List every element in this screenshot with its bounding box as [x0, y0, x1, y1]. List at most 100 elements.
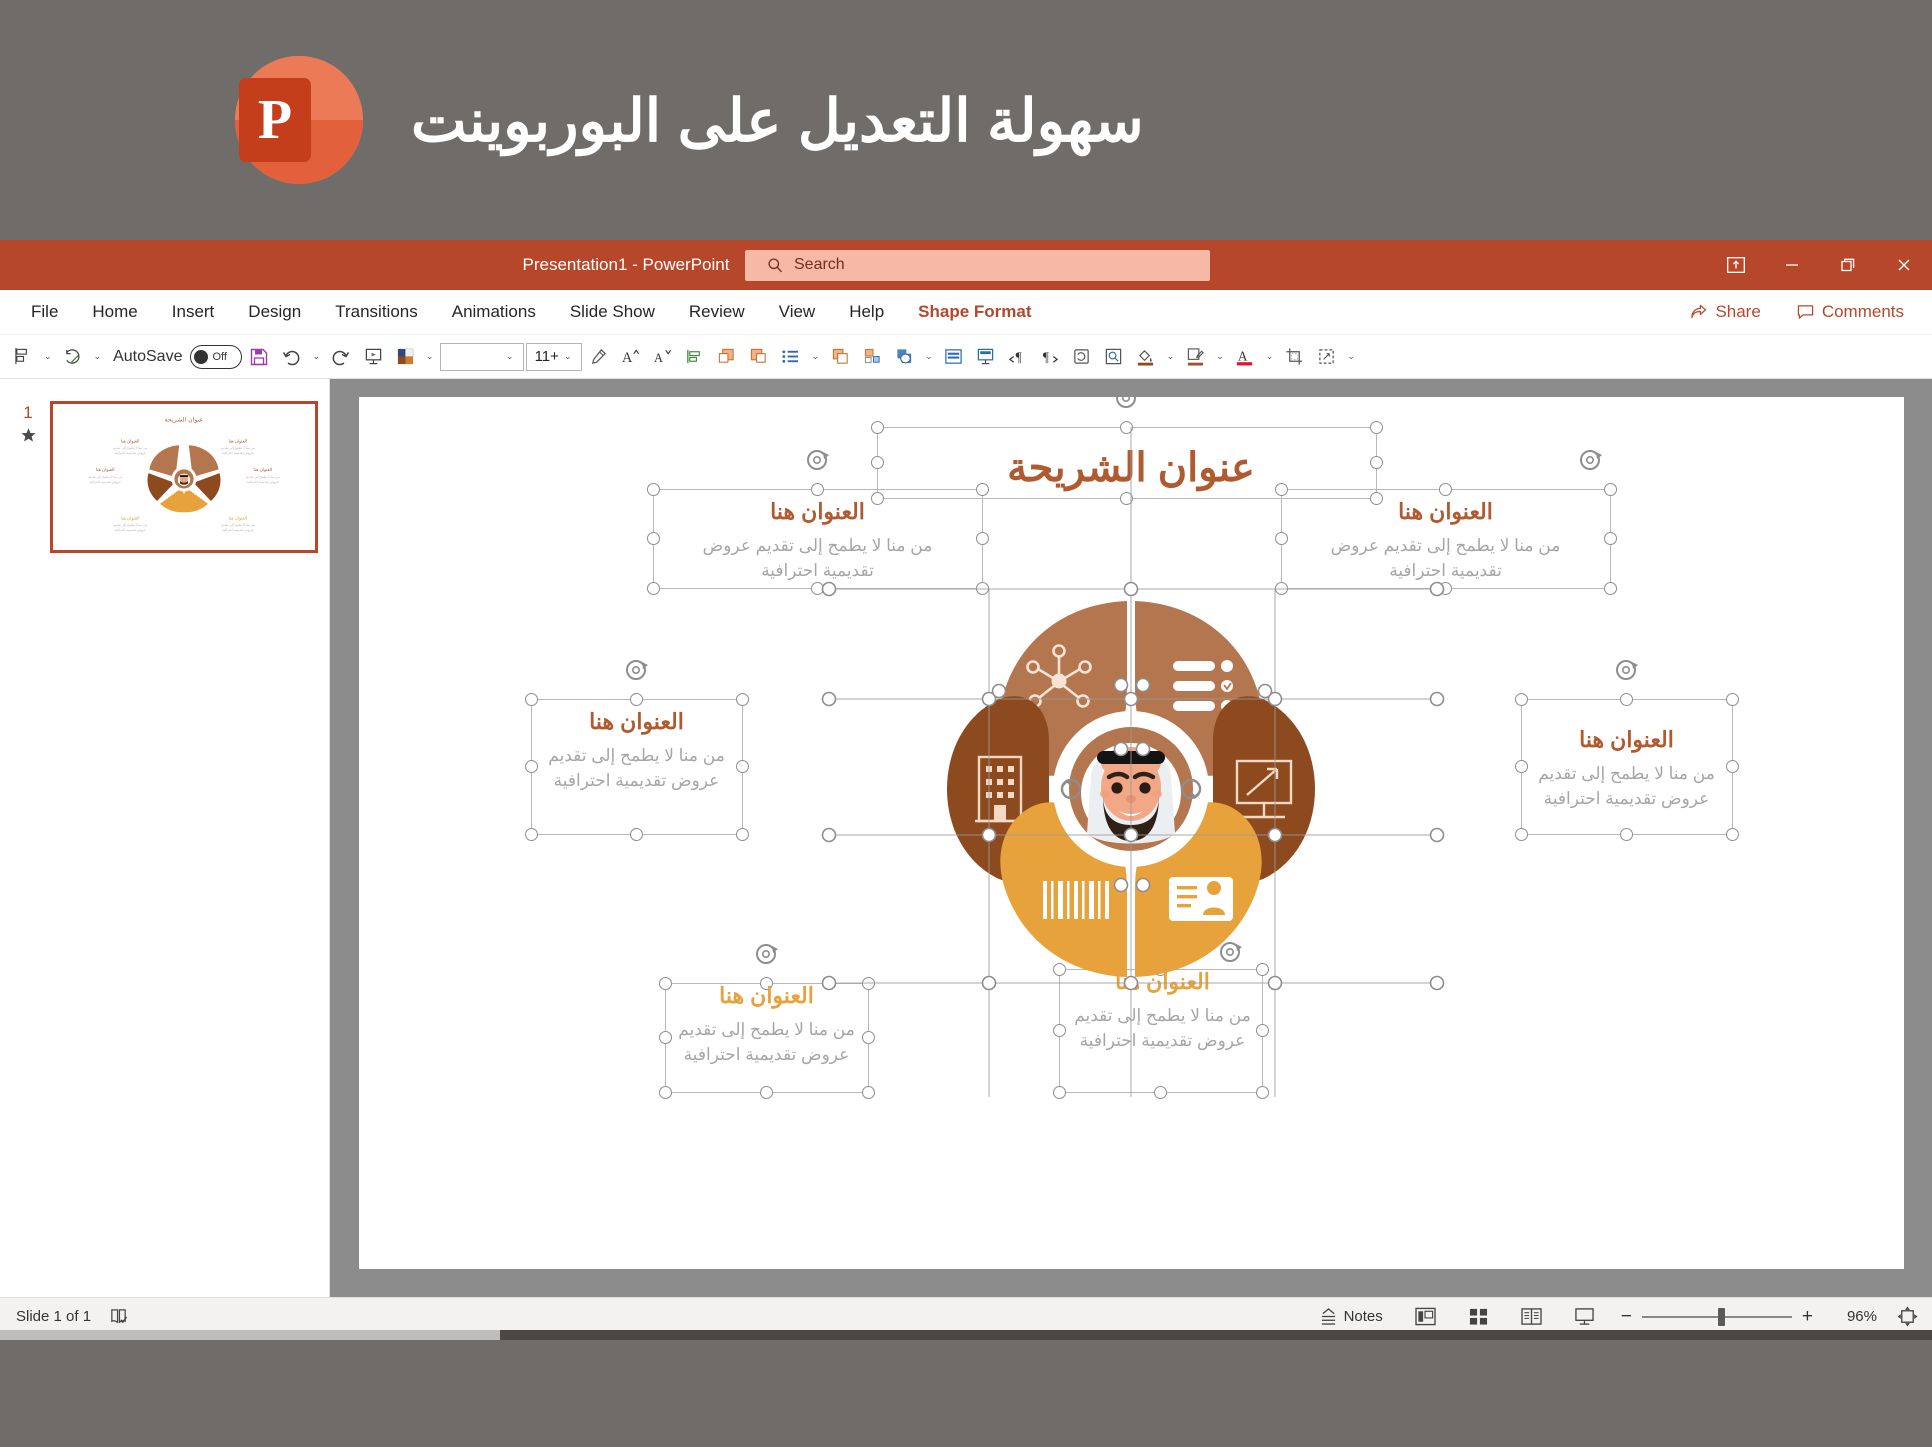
format-painter-button[interactable] [584, 340, 614, 374]
slide-sorter-view-icon [1469, 1308, 1487, 1325]
callout-mid-left[interactable]: العنوان هنا من منا لا يطمح إلى تقديم عرو… [531, 709, 743, 793]
align-objects-caret-icon[interactable]: ⌄ [40, 351, 56, 362]
fit-slide-to-window-icon[interactable] [1897, 1306, 1918, 1327]
redo-button[interactable] [326, 340, 356, 374]
reset-slide-button[interactable] [1067, 340, 1097, 374]
ribbon-display-options-button[interactable] [1708, 240, 1764, 290]
arab-man-avatar-icon[interactable] [1053, 711, 1209, 867]
autosave-toggle[interactable]: Off [190, 344, 243, 369]
slide-title[interactable]: عنوان الشريحة [1007, 445, 1255, 491]
rotate-objects-caret-icon[interactable]: ⌄ [90, 351, 106, 362]
close-button[interactable] [1876, 240, 1932, 290]
rotate-objects-button[interactable] [58, 340, 88, 374]
insert-placeholder-button[interactable] [971, 340, 1001, 374]
infographic-group[interactable] [931, 589, 1331, 989]
group-objects-icon [832, 348, 848, 364]
undo-button[interactable] [276, 340, 306, 374]
toolbar-overflow-icon[interactable]: ⌄ [1343, 351, 1359, 362]
title-bar: Presentation1 - PowerPoint Search [0, 240, 1932, 290]
rotate-handle-icon[interactable] [1612, 654, 1642, 684]
menu-item-transitions[interactable]: Transitions [318, 293, 435, 331]
shape-fill-caret-icon[interactable]: ⌄ [422, 351, 438, 362]
font-name-caret-icon: ⌄ [506, 351, 514, 361]
font-size-combo[interactable]: 11+ ⌄ [525, 342, 582, 371]
comments-button[interactable]: Comments [1783, 296, 1918, 328]
bring-forward-button[interactable] [712, 340, 742, 374]
size-button[interactable] [1311, 340, 1341, 374]
rotate-handle-icon[interactable] [622, 654, 652, 684]
shape-fill-button[interactable] [390, 340, 420, 374]
zoom-slider[interactable]: − + [1621, 1306, 1813, 1328]
menu-item-home[interactable]: Home [75, 293, 154, 331]
rotate-handle-icon[interactable] [1112, 382, 1142, 412]
zoom-thumb[interactable] [1717, 1307, 1725, 1326]
menu-item-view[interactable]: View [762, 293, 833, 331]
undo-caret-icon[interactable]: ⌄ [308, 351, 324, 362]
callout-mid-right[interactable]: العنوان هنا من منا لا يطمح إلى تقديم عرو… [1521, 727, 1733, 811]
desktop-scrollbar[interactable] [0, 1330, 1932, 1340]
menu-item-review[interactable]: Review [672, 293, 762, 331]
menu-item-shape-format[interactable]: Shape Format [901, 293, 1048, 331]
start-slideshow-button[interactable] [358, 340, 388, 374]
font-color-caret-icon[interactable]: ⌄ [1262, 351, 1278, 362]
shape-outline-button[interactable] [889, 340, 919, 374]
rtl-text-direction-button[interactable]: ¶ [1003, 340, 1033, 374]
group-objects-button[interactable] [825, 340, 855, 374]
slide-canvas-pane[interactable]: عنوان الشريحة العنوان هنا من منا لا يطمح… [330, 379, 1932, 1297]
font-color-button[interactable]: A [1230, 340, 1260, 374]
menu-item-file[interactable]: File [14, 293, 75, 331]
restore-button[interactable] [1820, 240, 1876, 290]
svg-text:عروض تقديمية احترافية: عروض تقديمية احترافية [222, 528, 254, 532]
slideshow-view-button[interactable] [1568, 1304, 1601, 1329]
fill-color-button[interactable] [1131, 340, 1161, 374]
shape-outline-caret-icon[interactable]: ⌄ [921, 351, 937, 362]
search-input[interactable]: Search [745, 249, 1210, 281]
menu-item-help[interactable]: Help [832, 293, 901, 331]
align-text-button[interactable] [680, 340, 710, 374]
reading-view-button[interactable] [1515, 1304, 1548, 1329]
rotate-handle-icon[interactable] [752, 938, 782, 968]
zoom-out-button[interactable]: − [1621, 1306, 1632, 1328]
zoom-in-button[interactable]: + [1802, 1306, 1813, 1328]
ltr-text-direction-button[interactable]: ¶ [1035, 340, 1065, 374]
decrease-font-size-button[interactable]: A [648, 340, 678, 374]
fill-color-caret-icon[interactable]: ⌄ [1163, 351, 1179, 362]
menu-item-design[interactable]: Design [231, 293, 318, 331]
callout-body: من منا لا يطمح إلى تقديم عروض تقديمية اح… [1074, 1006, 1251, 1050]
zoom-track[interactable] [1641, 1307, 1792, 1326]
notes-button[interactable]: Notes [1313, 1305, 1389, 1328]
text-box-button[interactable] [939, 340, 969, 374]
slide-counter[interactable]: Slide 1 of 1 [16, 1308, 91, 1325]
thumbnail-number-column: 1 [14, 401, 42, 1297]
font-name-combo[interactable]: ⌄ [439, 342, 524, 371]
menu-item-insert[interactable]: Insert [155, 293, 232, 331]
desktop-scrollbar-thumb[interactable] [0, 1330, 500, 1340]
status-left-group: Slide 1 of 1 [16, 1307, 128, 1326]
rotate-handle-icon[interactable] [803, 444, 833, 474]
callout-bottom-left[interactable]: العنوان هنا من منا لا يطمح إلى تقديم عرو… [655, 983, 879, 1067]
line-color-caret-icon[interactable]: ⌄ [1212, 351, 1228, 362]
save-button[interactable] [244, 340, 274, 374]
menu-item-animations[interactable]: Animations [435, 293, 553, 331]
bullets-caret-icon[interactable]: ⌄ [808, 351, 824, 362]
callout-top-left[interactable]: العنوان هنا من منا لا يطمح إلى تقديم عرو… [653, 499, 983, 583]
arrange-objects-button[interactable] [857, 340, 887, 374]
selection-pane-button[interactable] [1099, 340, 1129, 374]
increase-font-size-button[interactable]: A [616, 340, 646, 374]
crop-button[interactable] [1279, 340, 1309, 374]
zoom-percent[interactable]: 96% [1833, 1308, 1877, 1325]
align-objects-button[interactable] [8, 340, 38, 374]
minimize-button[interactable] [1764, 240, 1820, 290]
rotate-handle-icon[interactable] [1576, 444, 1606, 474]
bullets-button[interactable] [776, 340, 806, 374]
share-button[interactable]: Share [1676, 296, 1774, 328]
menu-item-slide-show[interactable]: Slide Show [553, 293, 672, 331]
callout-top-right[interactable]: العنوان هنا من منا لا يطمح إلى تقديم عرو… [1281, 499, 1611, 583]
line-color-button[interactable] [1180, 340, 1210, 374]
slide-thumbnail-1[interactable]: عنوان الشريحة العنوان هنا من منا لا يطمح… [50, 401, 318, 553]
send-backward-button[interactable] [744, 340, 774, 374]
slide-sorter-view-button[interactable] [1462, 1304, 1495, 1329]
slide-surface[interactable]: عنوان الشريحة العنوان هنا من منا لا يطمح… [358, 388, 1904, 1269]
normal-view-button[interactable] [1409, 1304, 1442, 1329]
accessibility-check-icon[interactable] [109, 1307, 128, 1326]
